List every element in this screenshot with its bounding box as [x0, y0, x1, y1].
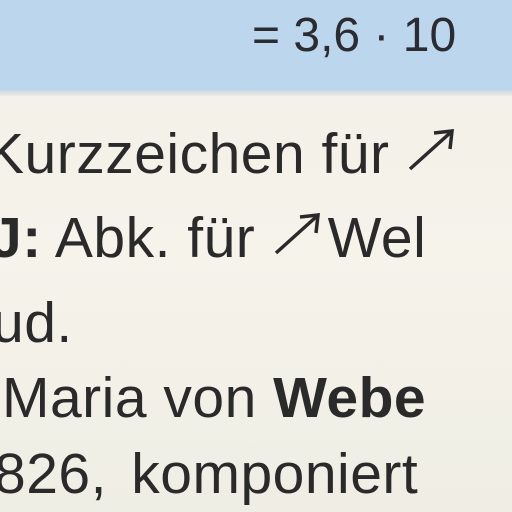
northeast-arrow-icon [272, 211, 324, 257]
entry-line-4: Maria von Webe [2, 370, 426, 427]
entry-line-5-text: 826, komponiert [0, 442, 419, 506]
entry-line-2-text: Abk. für [41, 206, 272, 270]
entry-headword: Webe [273, 366, 427, 430]
entry-line-1-text: Kurzzeichen für [0, 122, 406, 186]
entry-line-2: J: Abk. für Wel [0, 210, 426, 267]
formula-text: = 3,6 · 10 [252, 9, 457, 62]
band-edge [0, 90, 512, 96]
entry-line-3: ud. [0, 295, 73, 352]
entry-line-3-text: ud. [0, 291, 73, 355]
entry-headword-abbrev: J: [0, 206, 42, 270]
entry-line-4-text: Maria von [2, 366, 274, 430]
dictionary-page-crop: = 3,6 · 10 Kurzzeichen für J: Abk. für W… [0, 0, 512, 512]
entry-line-5: 826, komponiert [0, 446, 418, 503]
cross-reference-target: Wel [327, 206, 427, 270]
northeast-arrow-icon [406, 127, 458, 173]
entry-line-1: Kurzzeichen für [0, 126, 462, 183]
formula-highlight-band: = 3,6 · 10 [0, 0, 512, 92]
